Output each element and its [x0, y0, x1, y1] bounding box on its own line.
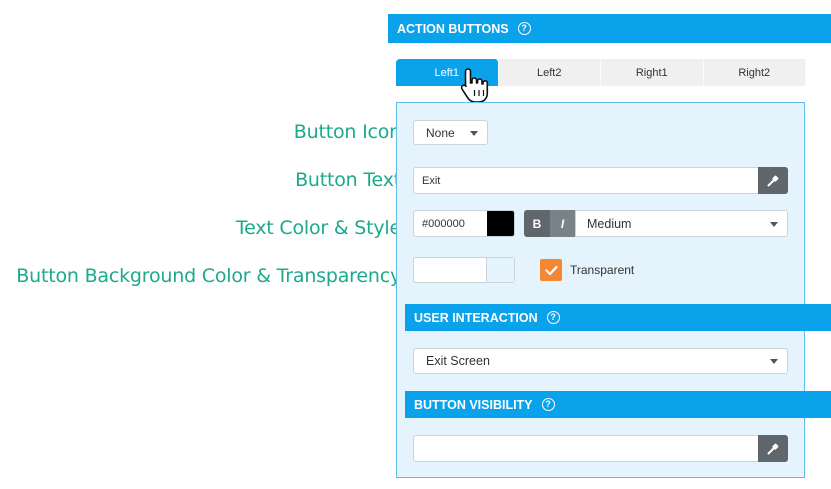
- action-buttons-title: ACTION BUTTONS: [397, 21, 509, 36]
- tab-left2[interactable]: Left2: [498, 59, 601, 86]
- italic-button[interactable]: I: [550, 210, 575, 237]
- tab-bar: Left1 Left2 Right1 Right2: [396, 59, 806, 86]
- transparent-label: Transparent: [570, 263, 635, 277]
- tab-right1[interactable]: Right1: [601, 59, 704, 86]
- checkmark-icon: [544, 265, 558, 275]
- annotation-bg-color-transparency: Button Background Color & Transparency: [16, 265, 401, 287]
- annotation-button-icon: Button Icon: [293, 121, 401, 143]
- help-icon[interactable]: ?: [546, 311, 560, 324]
- chevron-down-icon: [470, 131, 478, 136]
- chevron-down-icon: [770, 222, 778, 227]
- button-text-value: Exit: [422, 174, 441, 187]
- text-color-input[interactable]: #000000: [413, 210, 515, 237]
- font-weight-value: Medium: [587, 216, 632, 231]
- visibility-tools-button[interactable]: [758, 435, 788, 462]
- user-interaction-select[interactable]: Exit Screen: [413, 348, 788, 374]
- user-interaction-value: Exit Screen: [426, 354, 490, 368]
- help-icon[interactable]: ?: [517, 22, 531, 35]
- icon-select-value: None: [426, 125, 455, 140]
- user-interaction-header: USER INTERACTION ?: [405, 304, 831, 331]
- chevron-down-icon: [770, 359, 778, 364]
- font-weight-select[interactable]: Medium: [575, 210, 788, 237]
- hand-cursor-icon: [460, 68, 489, 103]
- background-color-input[interactable]: [413, 257, 515, 283]
- text-tools-button[interactable]: [758, 167, 788, 194]
- bold-button[interactable]: B: [524, 210, 550, 237]
- transparent-checkbox[interactable]: [540, 259, 562, 281]
- annotation-text-color-style: Text Color & Style: [235, 217, 401, 239]
- action-buttons-header: ACTION BUTTONS ?: [388, 14, 831, 43]
- tab-right2[interactable]: Right2: [703, 59, 806, 86]
- button-visibility-input[interactable]: [413, 435, 788, 462]
- wrench-icon: [767, 443, 778, 455]
- button-visibility-header: BUTTON VISIBILITY ?: [405, 391, 831, 418]
- button-visibility-title: BUTTON VISIBILITY: [414, 397, 533, 412]
- user-interaction-title: USER INTERACTION: [414, 310, 538, 325]
- help-icon[interactable]: ?: [541, 398, 555, 411]
- annotation-button-text: Button Text: [295, 169, 401, 191]
- wrench-icon: [767, 175, 778, 187]
- icon-select[interactable]: None: [413, 120, 488, 145]
- button-text-input[interactable]: Exit: [413, 167, 788, 194]
- settings-panel: [396, 102, 805, 478]
- text-color-hex: #000000: [422, 217, 465, 230]
- text-color-swatch[interactable]: [487, 211, 514, 236]
- background-color-swatch[interactable]: [486, 258, 514, 282]
